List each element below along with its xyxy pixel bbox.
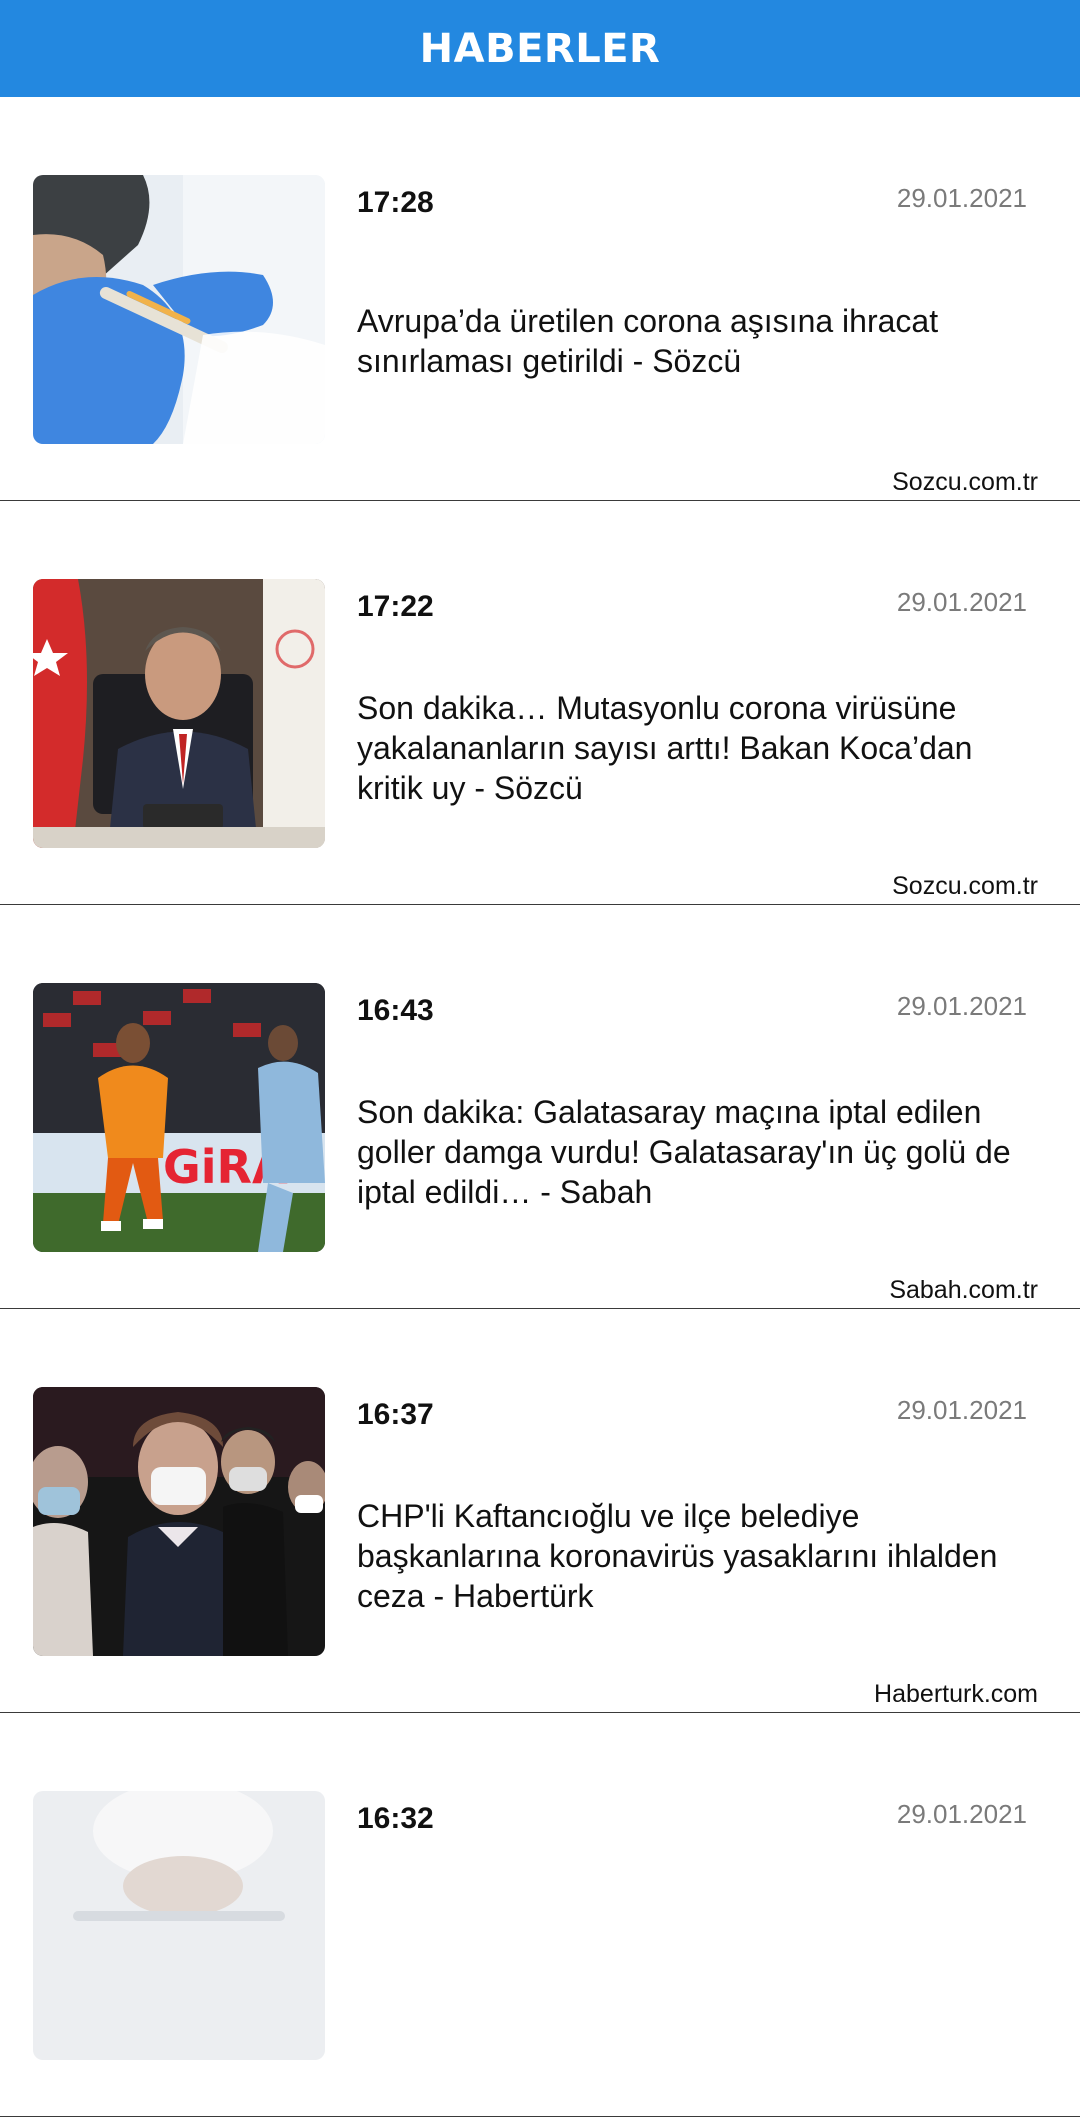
news-thumbnail[interactable] bbox=[33, 579, 325, 848]
news-thumbnail[interactable] bbox=[33, 1387, 325, 1656]
news-date: 29.01.2021 bbox=[896, 1799, 1027, 1829]
news-item[interactable]: 16:32 29.01.2021 bbox=[0, 1713, 1080, 2117]
news-date: 29.01.2021 bbox=[896, 991, 1027, 1021]
news-thumbnail[interactable] bbox=[33, 1791, 325, 2060]
news-date: 29.01.2021 bbox=[896, 1395, 1027, 1425]
app-header: HABERLER bbox=[0, 0, 1080, 97]
news-time: 17:28 bbox=[357, 186, 434, 219]
news-time: 16:37 bbox=[357, 1398, 434, 1431]
news-date: 29.01.2021 bbox=[896, 587, 1027, 617]
minister-press-conference-photo-icon bbox=[33, 579, 325, 848]
news-headline[interactable]: Son dakika: Galatasaray maçına iptal edi… bbox=[357, 1092, 1047, 1212]
page-title: HABERLER bbox=[419, 25, 661, 72]
news-list[interactable]: 17:28 29.01.2021 Avrupa’da üretilen coro… bbox=[0, 97, 1080, 2117]
news-item[interactable]: GiRA 16:43 29.01.2021 Son dakika: Galata… bbox=[0, 905, 1080, 1309]
news-item[interactable]: 17:28 29.01.2021 Avrupa’da üretilen coro… bbox=[0, 97, 1080, 501]
news-source: Sozcu.com.tr bbox=[892, 468, 1038, 496]
news-source: Sabah.com.tr bbox=[889, 1276, 1038, 1304]
news-headline[interactable]: CHP'li Kaftancıoğlu ve ilçe belediye baş… bbox=[357, 1496, 1047, 1616]
news-thumbnail[interactable]: GiRA bbox=[33, 983, 325, 1252]
news-time: 16:32 bbox=[357, 1802, 434, 1835]
vaccine-injection-photo-icon bbox=[33, 175, 325, 444]
football-match-photo-icon: GiRA bbox=[33, 983, 325, 1252]
news-time: 16:43 bbox=[357, 994, 434, 1027]
news-item[interactable]: 17:22 29.01.2021 Son dakika… Mutasyonlu … bbox=[0, 501, 1080, 905]
partial-photo-icon bbox=[33, 1791, 325, 2060]
news-thumbnail[interactable] bbox=[33, 175, 325, 444]
news-headline[interactable]: Avrupa’da üretilen corona aşısına ihraca… bbox=[357, 301, 1047, 381]
news-headline[interactable]: Son dakika… Mutasyonlu corona virüsüne y… bbox=[357, 688, 1047, 808]
news-item[interactable]: 16:37 29.01.2021 CHP'li Kaftancıoğlu ve … bbox=[0, 1309, 1080, 1713]
masked-people-photo-icon bbox=[33, 1387, 325, 1656]
news-time: 17:22 bbox=[357, 590, 434, 623]
news-source: Haberturk.com bbox=[874, 1680, 1038, 1708]
news-source: Sozcu.com.tr bbox=[892, 872, 1038, 900]
news-date: 29.01.2021 bbox=[896, 183, 1027, 213]
